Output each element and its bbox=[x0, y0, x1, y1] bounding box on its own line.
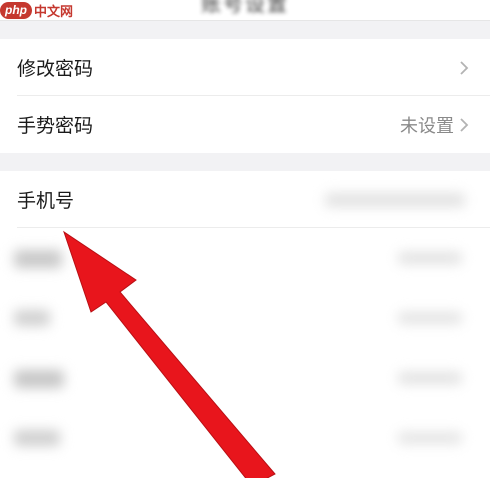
gesture-password-status: 未设置 bbox=[400, 115, 454, 137]
redacted-label bbox=[14, 250, 62, 268]
chevron-right-icon bbox=[460, 60, 469, 75]
phone-row[interactable]: 手机号 bbox=[0, 171, 490, 228]
watermark: php 中文网 bbox=[0, 0, 73, 20]
page-title: 账号设置 bbox=[201, 0, 289, 16]
redacted-row[interactable] bbox=[0, 228, 490, 288]
phone-label: 手机号 bbox=[17, 190, 75, 212]
chevron-right-icon bbox=[460, 117, 469, 132]
account-info-group: 手机号 bbox=[0, 171, 490, 478]
watermark-logo: php bbox=[0, 1, 32, 19]
redacted-row[interactable] bbox=[0, 408, 490, 468]
change-password-row[interactable]: 修改密码 bbox=[0, 39, 490, 96]
redacted-value bbox=[398, 372, 462, 384]
change-password-label: 修改密码 bbox=[17, 58, 94, 80]
redacted-label bbox=[14, 430, 60, 446]
top-bar: 账号设置 bbox=[0, 0, 490, 21]
password-settings-group: 修改密码 手势密码 未设置 bbox=[0, 39, 490, 153]
redacted-label bbox=[14, 370, 64, 388]
redacted-value bbox=[398, 432, 462, 444]
redacted-label bbox=[14, 310, 50, 326]
redacted-value bbox=[398, 252, 462, 264]
redacted-value bbox=[398, 312, 462, 324]
gesture-password-row[interactable]: 手势密码 未设置 bbox=[0, 96, 490, 153]
phone-value-redacted bbox=[325, 193, 465, 207]
gesture-password-label: 手势密码 bbox=[17, 115, 94, 137]
redacted-row[interactable] bbox=[0, 288, 490, 348]
redacted-row[interactable] bbox=[0, 348, 490, 408]
watermark-text: 中文网 bbox=[34, 4, 74, 20]
